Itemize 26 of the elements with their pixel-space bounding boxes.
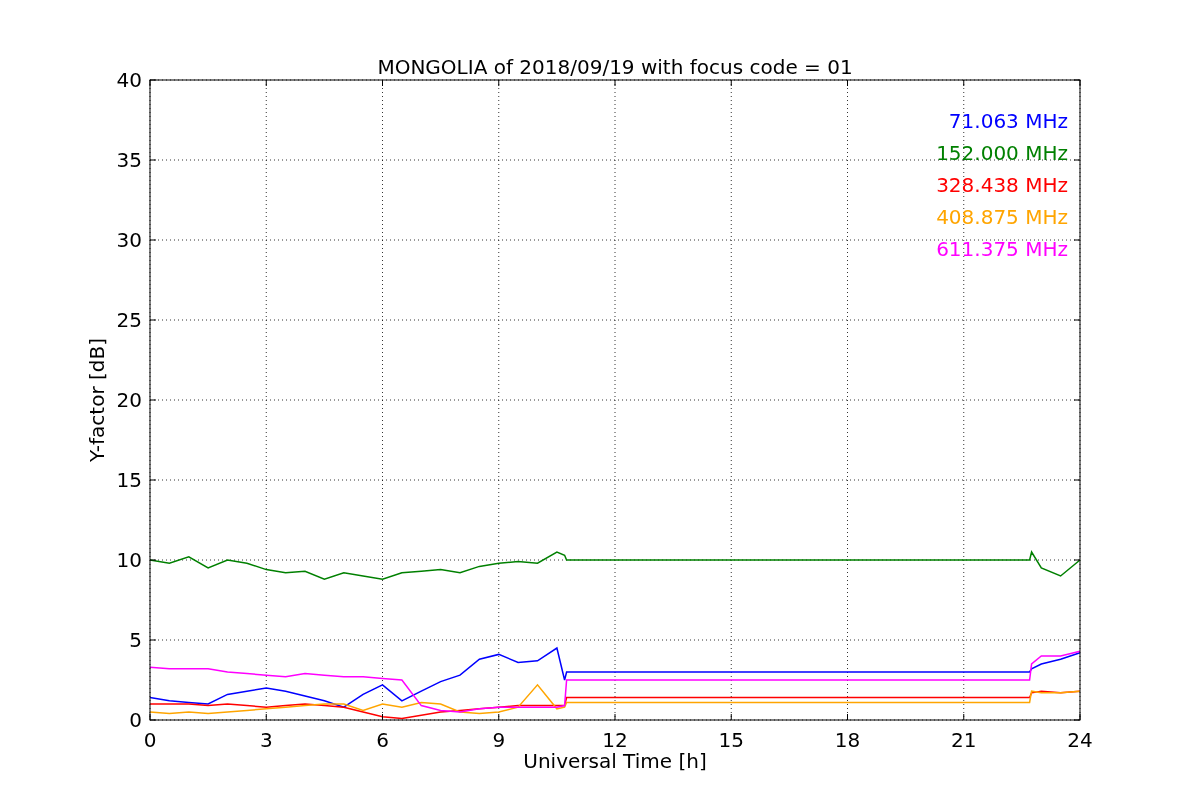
tick-label: 15 [718, 728, 744, 752]
tick-label: 5 [129, 628, 142, 652]
tick-label: 12 [602, 728, 628, 752]
y-axis-label: Y-factor [dB] [85, 338, 109, 462]
tick-label: 6 [376, 728, 389, 752]
tick-label: 9 [492, 728, 506, 752]
tick-label: 15 [116, 468, 142, 492]
tick-label: 30 [116, 228, 142, 252]
tick-label: 3 [259, 728, 273, 752]
tick-label: 24 [1067, 728, 1093, 752]
tick-label: 0 [143, 728, 157, 752]
tick-label: 25 [116, 308, 142, 332]
tick-label: 10 [116, 548, 142, 572]
tick-label: 35 [116, 148, 142, 172]
legend-label: 152.000 MHz [936, 141, 1068, 165]
legend-label: 328.438 MHz [936, 173, 1068, 197]
tick-label: 20 [116, 388, 142, 412]
legend-label: 71.063 MHz [948, 109, 1068, 133]
legend-label: 611.375 MHz [936, 237, 1068, 261]
legend-label: 408.875 MHz [936, 205, 1068, 229]
tick-label: 21 [951, 728, 977, 752]
tick-label: 40 [116, 68, 142, 92]
chart-title: MONGOLIA of 2018/09/19 with focus code = 01 [377, 55, 853, 79]
x-axis-label: Universal Time [h] [523, 749, 707, 773]
tick-label: 18 [834, 728, 861, 752]
tick-label: 0 [129, 708, 142, 732]
